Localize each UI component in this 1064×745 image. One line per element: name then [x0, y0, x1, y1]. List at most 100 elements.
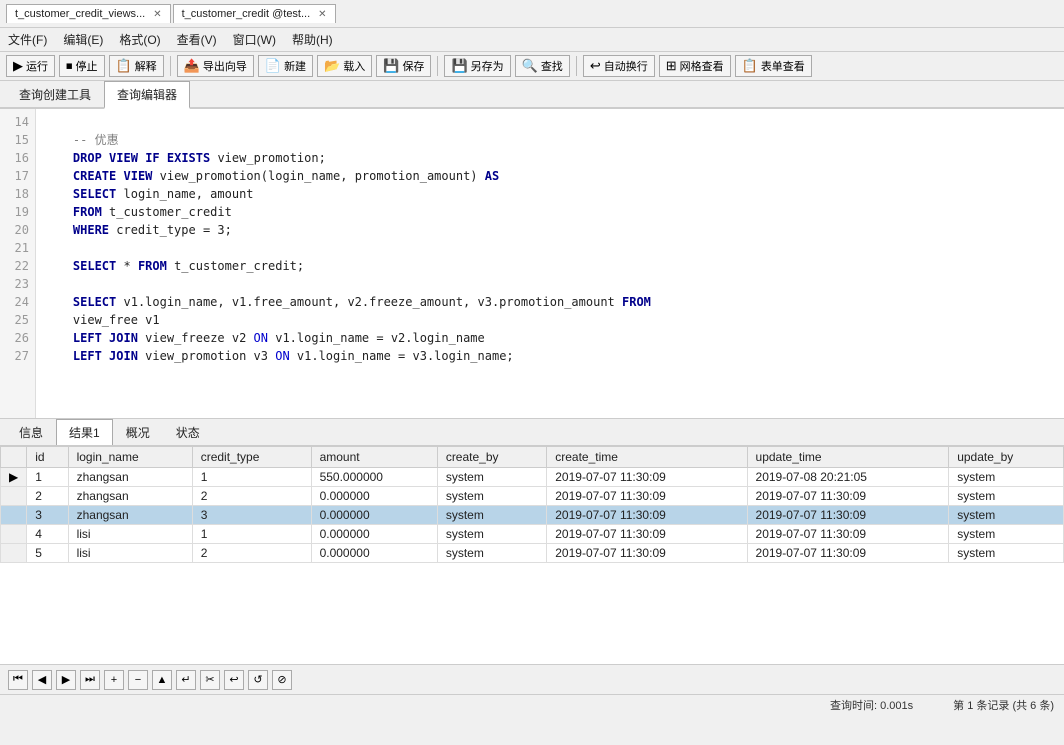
menu-item-帮助(H)[interactable]: 帮助(H)	[290, 30, 335, 49]
cell-update_by: system	[949, 525, 1064, 544]
cell-id: 5	[27, 544, 68, 563]
line-number-16: 16	[6, 149, 29, 167]
nav-btn-prev[interactable]: ◀	[32, 670, 52, 690]
toolbar-btn-stop[interactable]: ⏹停止	[59, 55, 105, 77]
results-area[interactable]: idlogin_namecredit_typeamountcreate_bycr…	[0, 446, 1064, 664]
line-number-25: 25	[6, 311, 29, 329]
table-row[interactable]: 4lisi10.000000system2019-07-07 11:30:092…	[1, 525, 1064, 544]
col-header-create_time[interactable]: create_time	[547, 447, 747, 468]
col-header-id[interactable]: id	[27, 447, 68, 468]
nav-btn-first[interactable]: ⏮	[8, 670, 28, 690]
bottom-tab-概况[interactable]: 概况	[113, 419, 163, 445]
nav-btn-refresh[interactable]: ↺	[248, 670, 268, 690]
header-row: idlogin_namecredit_typeamountcreate_bycr…	[1, 447, 1064, 468]
menu-item-文件(F)[interactable]: 文件(F)	[6, 30, 49, 49]
nav-btn-remove[interactable]: −	[128, 670, 148, 690]
col-header-login_name[interactable]: login_name	[68, 447, 192, 468]
bottom-tab-状态[interactable]: 状态	[163, 419, 213, 445]
cell-create_by: system	[437, 468, 546, 487]
cell-amount: 550.000000	[311, 468, 437, 487]
toolbar-btn-run[interactable]: ▶运行	[6, 55, 55, 77]
toolbar-btn-export[interactable]: 📤导出向导	[177, 55, 254, 77]
cell-id: 1	[27, 468, 68, 487]
menu-bar: 文件(F) 编辑(E) 格式(O) 查看(V) 窗口(W) 帮助(H)	[0, 28, 1064, 52]
nav-btn-last[interactable]: ⏭	[80, 670, 100, 690]
toolbar: ▶运行⏹停止📋解释📤导出向导📄新建📂载入💾保存💾另存为🔍查找↩自动换行⊞网格查看…	[0, 52, 1064, 81]
col-header-credit_type[interactable]: credit_type	[192, 447, 311, 468]
saveas-icon: 💾	[451, 58, 467, 74]
query-time: 查询时间: 0.001s	[830, 697, 913, 713]
line-number-24: 24	[6, 293, 29, 311]
nav-btn-add[interactable]: +	[104, 670, 124, 690]
cell-create_time: 2019-07-07 11:30:09	[547, 487, 747, 506]
nav-btn-clear[interactable]: ⊘	[272, 670, 292, 690]
new-label: 新建	[284, 58, 306, 74]
code-content[interactable]: -- 优惠 DROP VIEW IF EXISTS view_promotion…	[36, 109, 1064, 418]
menu-item-查看(V)[interactable]: 查看(V)	[175, 30, 219, 49]
nav-btn-up[interactable]: ▲	[152, 670, 172, 690]
toolbar-btn-save[interactable]: 💾保存	[376, 55, 431, 77]
code-line	[44, 239, 1056, 257]
cell-amount: 0.000000	[311, 506, 437, 525]
toolbar-btn-grid[interactable]: ⊞网格查看	[659, 55, 731, 77]
tab-2-close[interactable]: ✕	[318, 9, 326, 20]
toolbar-btn-autorun[interactable]: ↩自动换行	[583, 55, 655, 77]
table-row[interactable]: 2zhangsan20.000000system2019-07-07 11:30…	[1, 487, 1064, 506]
table-body: ▶1zhangsan1550.000000system2019-07-07 11…	[1, 468, 1064, 563]
title-bar: t_customer_credit_views... ✕ t_customer_…	[0, 0, 1064, 28]
col-header-update_time[interactable]: update_time	[747, 447, 949, 468]
nav-btn-enter[interactable]: ↵	[176, 670, 196, 690]
tab-2-label: t_customer_credit @test...	[182, 8, 311, 20]
tab-1[interactable]: t_customer_credit_views... ✕	[6, 4, 171, 23]
table-row[interactable]: 3zhangsan30.000000system2019-07-07 11:30…	[1, 506, 1064, 525]
nav-btn-cut[interactable]: ✂	[200, 670, 220, 690]
run-icon: ▶	[13, 58, 23, 74]
editor-area[interactable]: 1415161718192021222324252627 -- 优惠 DROP …	[0, 109, 1064, 419]
col-header-create_by[interactable]: create_by	[437, 447, 546, 468]
tab-1-close[interactable]: ✕	[153, 9, 161, 20]
save-label: 保存	[402, 58, 424, 74]
col-header-update_by[interactable]: update_by	[949, 447, 1064, 468]
cell-login_name: lisi	[68, 525, 192, 544]
cell-credit_type: 3	[192, 506, 311, 525]
row-indicator: ▶	[1, 468, 27, 487]
toolbar-btn-saveas[interactable]: 💾另存为	[444, 55, 510, 77]
cell-amount: 0.000000	[311, 544, 437, 563]
menu-item-窗口(W)[interactable]: 窗口(W)	[231, 30, 278, 49]
toolbar-btn-load[interactable]: 📂载入	[317, 55, 372, 77]
line-number-17: 17	[6, 167, 29, 185]
code-line: -- 优惠	[44, 131, 1056, 149]
cell-amount: 0.000000	[311, 487, 437, 506]
toolbar-btn-new[interactable]: 📄新建	[258, 55, 313, 77]
toolbar-btn-form[interactable]: 📋表单查看	[735, 55, 812, 77]
toolbar-separator	[170, 56, 171, 76]
nav-btn-next[interactable]: ▶	[56, 670, 76, 690]
explain-label: 解释	[135, 58, 157, 74]
cell-update_time: 2019-07-07 11:30:09	[747, 525, 949, 544]
row-indicator	[1, 506, 27, 525]
table-row[interactable]: ▶1zhangsan1550.000000system2019-07-07 11…	[1, 468, 1064, 487]
bottom-tab-信息[interactable]: 信息	[6, 419, 56, 445]
autorun-label: 自动换行	[604, 58, 648, 74]
sub-tab-查询编辑器[interactable]: 查询编辑器	[104, 81, 190, 109]
nav-btn-undo[interactable]: ↩	[224, 670, 244, 690]
tab-1-label: t_customer_credit_views...	[15, 8, 145, 20]
bottom-tab-结果1[interactable]: 结果1	[56, 419, 113, 445]
cell-update_time: 2019-07-07 11:30:09	[747, 487, 949, 506]
line-number-15: 15	[6, 131, 29, 149]
cell-update_by: system	[949, 506, 1064, 525]
line-number-19: 19	[6, 203, 29, 221]
cell-create_time: 2019-07-07 11:30:09	[547, 525, 747, 544]
toolbar-btn-explain[interactable]: 📋解释	[109, 55, 164, 77]
line-number-20: 20	[6, 221, 29, 239]
tab-2[interactable]: t_customer_credit @test... ✕	[173, 4, 336, 23]
toolbar-btn-find[interactable]: 🔍查找	[515, 55, 570, 77]
sub-tab-查询创建工具[interactable]: 查询创建工具	[6, 81, 104, 107]
menu-item-编辑(E)[interactable]: 编辑(E)	[61, 30, 105, 49]
cell-login_name: zhangsan	[68, 487, 192, 506]
nav-bar: ⏮◀▶⏭+−▲↵✂↩↺⊘	[0, 664, 1064, 694]
table-row[interactable]: 5lisi20.000000system2019-07-07 11:30:092…	[1, 544, 1064, 563]
grid-label: 网格查看	[680, 58, 724, 74]
menu-item-格式(O)[interactable]: 格式(O)	[117, 30, 162, 49]
col-header-amount[interactable]: amount	[311, 447, 437, 468]
